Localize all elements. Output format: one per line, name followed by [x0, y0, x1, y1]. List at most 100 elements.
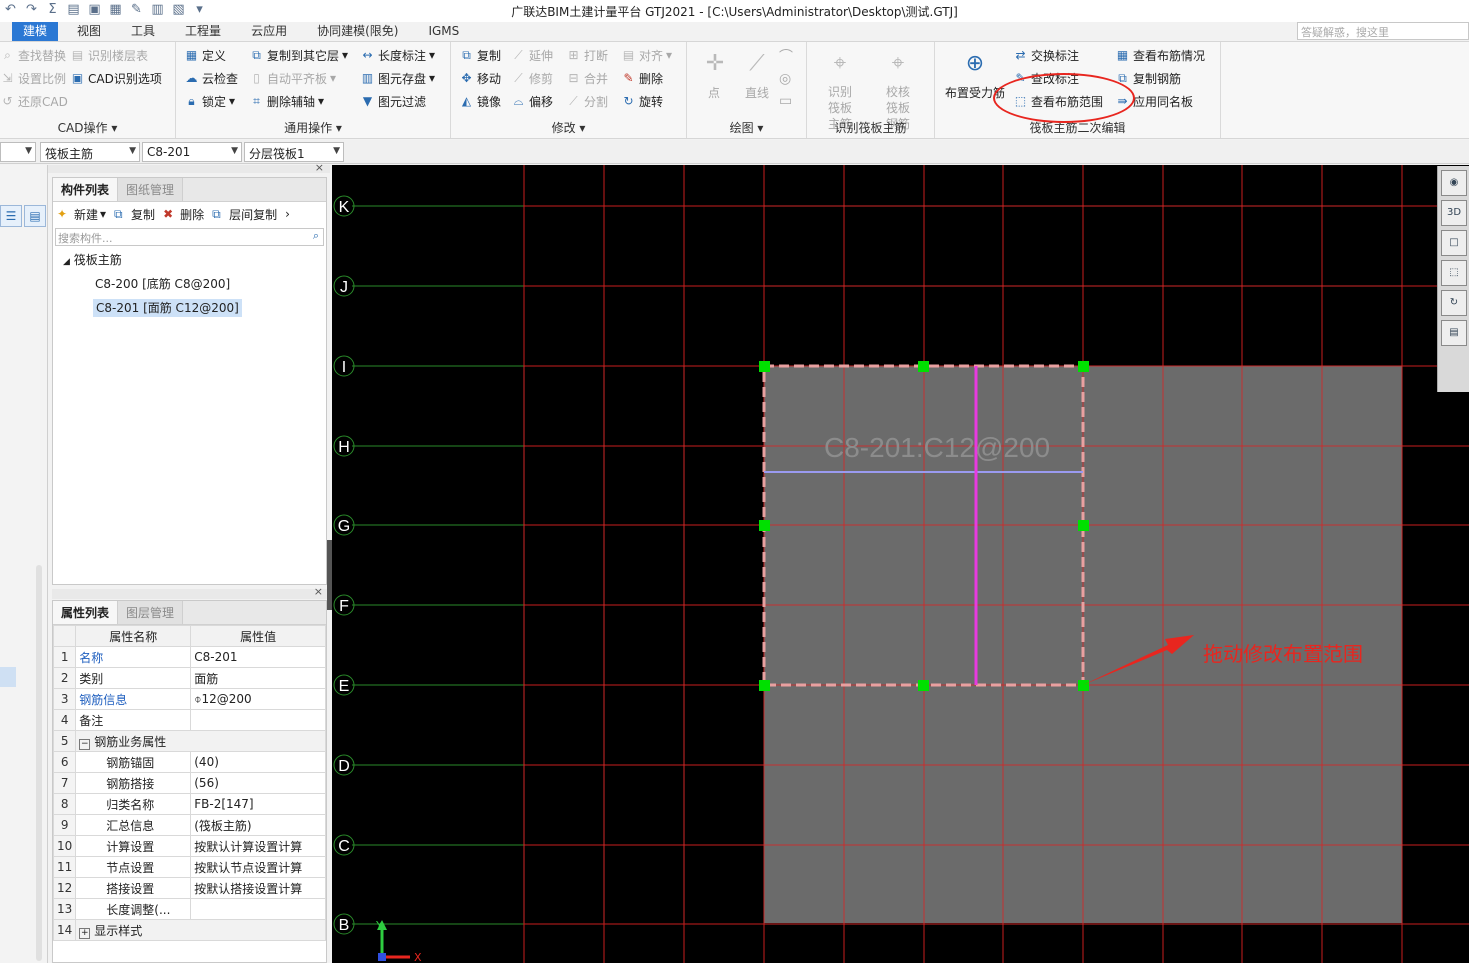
define-button[interactable]: ▦ 定义 — [184, 45, 226, 65]
mirror-button[interactable]: ◭ 镜像 — [459, 91, 501, 111]
grip-handle[interactable] — [918, 680, 929, 691]
tab-collab[interactable]: 协同建模(限免) — [306, 22, 409, 41]
property-row[interactable]: 6 钢筋锚固 (40) — [52, 751, 326, 773]
more-icon[interactable]: › — [285, 207, 290, 221]
copy-component-button[interactable]: ⧉ 复制 — [114, 206, 155, 223]
cloud-check-button[interactable]: ☁ 云检查 — [184, 68, 239, 88]
element-type-select[interactable]: 筏板主筋 ▼ — [40, 142, 140, 162]
delete-component-button[interactable]: ✖ 删除 — [163, 206, 204, 223]
tab-layer-management[interactable]: 图层管理 — [118, 601, 184, 624]
view-rebar-range-button[interactable]: ⬚ 查看布筋范围 — [1013, 91, 1103, 111]
arc-tools-icon[interactable]: ⌒ ◎ ▭ — [779, 46, 793, 112]
split-button[interactable]: ⟋ 分割 — [566, 91, 608, 111]
property-row[interactable]: 4 备注 — [52, 709, 326, 731]
detail-view-icon[interactable]: ▤ — [24, 205, 46, 227]
tab-quantity[interactable]: 工程量 — [174, 22, 232, 41]
ribbon-group-label[interactable]: 绘图 ▾ — [687, 119, 806, 136]
find-replace-button[interactable]: ⌕ 查找替换 — [0, 45, 66, 65]
grip-handle[interactable] — [759, 520, 770, 531]
offset-button[interactable]: ⌓ 偏移 — [511, 91, 553, 111]
property-row[interactable]: 1 名称 C8-201 — [52, 646, 326, 668]
drawing-canvas[interactable]: C8-201:C12@200 K J I H G F E D C B 拖动修改布置范围 Y X — [332, 165, 1469, 963]
property-group-row[interactable]: 5− 钢筋业务属性 — [52, 730, 326, 752]
save-element-button[interactable]: ▥ 图元存盘 ▾ — [360, 68, 435, 88]
grip-handle[interactable] — [759, 361, 770, 372]
component-search-input[interactable]: 搜索构件... ⌕ — [55, 228, 324, 246]
tree-root[interactable]: ◢ 筏板主筋 — [53, 248, 326, 272]
selected-nav-item[interactable] — [0, 667, 16, 687]
line-button[interactable]: ⟋ 直线 — [739, 48, 775, 101]
move-button[interactable]: ✥ 移动 — [459, 68, 501, 88]
close-icon[interactable]: × — [315, 161, 324, 174]
auto-flush-slab-button[interactable]: ▯ 自动平齐板 ▾ — [249, 68, 336, 88]
swap-label-button[interactable]: ⇄ 交换标注 — [1013, 45, 1079, 65]
extend-button[interactable]: ⟋ 延伸 — [511, 45, 553, 65]
tab-modeling[interactable]: 建模 — [12, 22, 59, 41]
top-view-icon[interactable]: □ — [1441, 230, 1467, 256]
drawing-svg[interactable]: C8-201:C12@200 K J I H G F E D C B 拖动修改布置范围 Y X — [332, 165, 1469, 963]
recognize-floor-table-button[interactable]: ▤ 识别楼层表 — [70, 45, 148, 65]
property-row[interactable]: 7 钢筋搭接 (56) — [52, 772, 326, 794]
property-row[interactable]: 2 类别 面筋 — [52, 667, 326, 689]
cad-options-button[interactable]: ▣ CAD识别选项 — [70, 68, 162, 88]
property-group-row[interactable]: 14 + 显示样式 — [52, 919, 326, 941]
component-select[interactable]: C8-201 ▼ — [142, 142, 242, 162]
cube-view-icon[interactable]: ⬚ — [1441, 260, 1467, 286]
break-button[interactable]: ⊞ 打断 — [566, 45, 608, 65]
ribbon-group-label[interactable]: 通用操作 ▾ — [176, 119, 450, 136]
merge-button[interactable]: ⊟ 合并 — [566, 68, 608, 88]
help-search-input[interactable]: 答疑解惑，搜这里 — [1297, 22, 1469, 40]
property-row[interactable]: 10 计算设置 按默认计算设置计算 — [52, 835, 326, 857]
scrollbar[interactable] — [36, 565, 42, 961]
3d-view-icon[interactable]: 3D — [1441, 200, 1467, 226]
property-row[interactable]: 12 搭接设置 按默认搭接设置计算 — [52, 877, 326, 899]
tab-view[interactable]: 视图 — [66, 22, 112, 41]
align-button[interactable]: ▤ 对齐 ▾ — [621, 45, 672, 65]
tab-component-list[interactable]: 构件列表 — [53, 178, 119, 201]
ribbon-group-label[interactable]: 修改 ▾ — [451, 119, 686, 136]
floor-select[interactable]: ▼ — [0, 142, 36, 162]
property-row[interactable]: 11 节点设置 按默认节点设置计算 — [52, 856, 326, 878]
delete-aux-axis-button[interactable]: ⌗ 删除辅轴 ▾ — [249, 91, 324, 111]
new-component-button[interactable]: ✦ 新建 ▾ — [57, 206, 106, 223]
copy-between-floors-button[interactable]: ⧉ 层间复制 — [212, 206, 277, 223]
close-icon[interactable]: × — [314, 585, 323, 598]
point-button[interactable]: ✛ 点 — [699, 48, 729, 101]
grip-handle[interactable] — [1078, 520, 1089, 531]
rotate-button[interactable]: ↻ 旋转 — [621, 91, 663, 111]
copy-button[interactable]: ⧉ 复制 — [459, 45, 501, 65]
tab-drawing-management[interactable]: 图纸管理 — [118, 178, 184, 201]
grip-handle[interactable] — [759, 680, 770, 691]
set-scale-button[interactable]: ⇲ 设置比例 — [0, 68, 66, 88]
copy-to-floor-button[interactable]: ⧉ 复制到其它层 ▾ — [249, 45, 348, 65]
property-row[interactable]: 8 归类名称 FB-2[147] — [52, 793, 326, 815]
lock-button[interactable]: 🔒︎ 锁定 ▾ — [184, 91, 235, 111]
property-row[interactable]: 9 汇总信息 (筏板主筋) — [52, 814, 326, 836]
tree-item-selected[interactable]: C8-201 [面筋 C12@200] — [53, 296, 326, 320]
check-edit-label-button[interactable]: ✎ 查改标注 — [1013, 68, 1079, 88]
restore-cad-button[interactable]: ↺ 还原CAD — [0, 91, 67, 111]
list-view-icon[interactable]: ☰ — [0, 205, 22, 227]
tree-item[interactable]: C8-200 [底筋 C8@200] — [53, 272, 326, 296]
trim-button[interactable]: ⟋ 修剪 — [511, 68, 553, 88]
place-main-rebar-button[interactable]: ⊕ 布置受力筋 — [943, 48, 1007, 101]
apply-same-slab-button[interactable]: ⇛ 应用同名板 — [1115, 91, 1193, 111]
view-rebar-status-button[interactable]: ▦ 查看布筋情况 — [1115, 45, 1205, 65]
grip-handle[interactable] — [1078, 680, 1089, 691]
property-row[interactable]: 13 长度调整(... — [52, 898, 326, 920]
ribbon-group-label[interactable]: CAD操作 ▾ — [0, 119, 175, 136]
tab-igms[interactable]: IGMS — [417, 22, 470, 41]
grip-handle[interactable] — [918, 361, 929, 372]
layer-select[interactable]: 分层筏板1 ▼ — [244, 142, 344, 162]
length-dimension-button[interactable]: ↔ 长度标注 ▾ — [360, 45, 435, 65]
tab-cloud[interactable]: 云应用 — [240, 22, 298, 41]
display-settings-icon[interactable]: ▤ — [1441, 320, 1467, 346]
rotate-view-icon[interactable]: ↻ — [1441, 290, 1467, 316]
collapse-icon[interactable]: − — [79, 738, 91, 750]
grip-handle[interactable] — [1078, 361, 1089, 372]
element-filter-button[interactable]: ▼ 图元过滤 — [360, 91, 426, 111]
delete-button[interactable]: ✎ 删除 — [621, 68, 663, 88]
orbit-icon[interactable]: ◉ — [1441, 170, 1467, 196]
property-row[interactable]: 3 钢筋信息 ⌽12@200 — [52, 688, 326, 710]
expand-icon[interactable]: + — [79, 927, 91, 939]
